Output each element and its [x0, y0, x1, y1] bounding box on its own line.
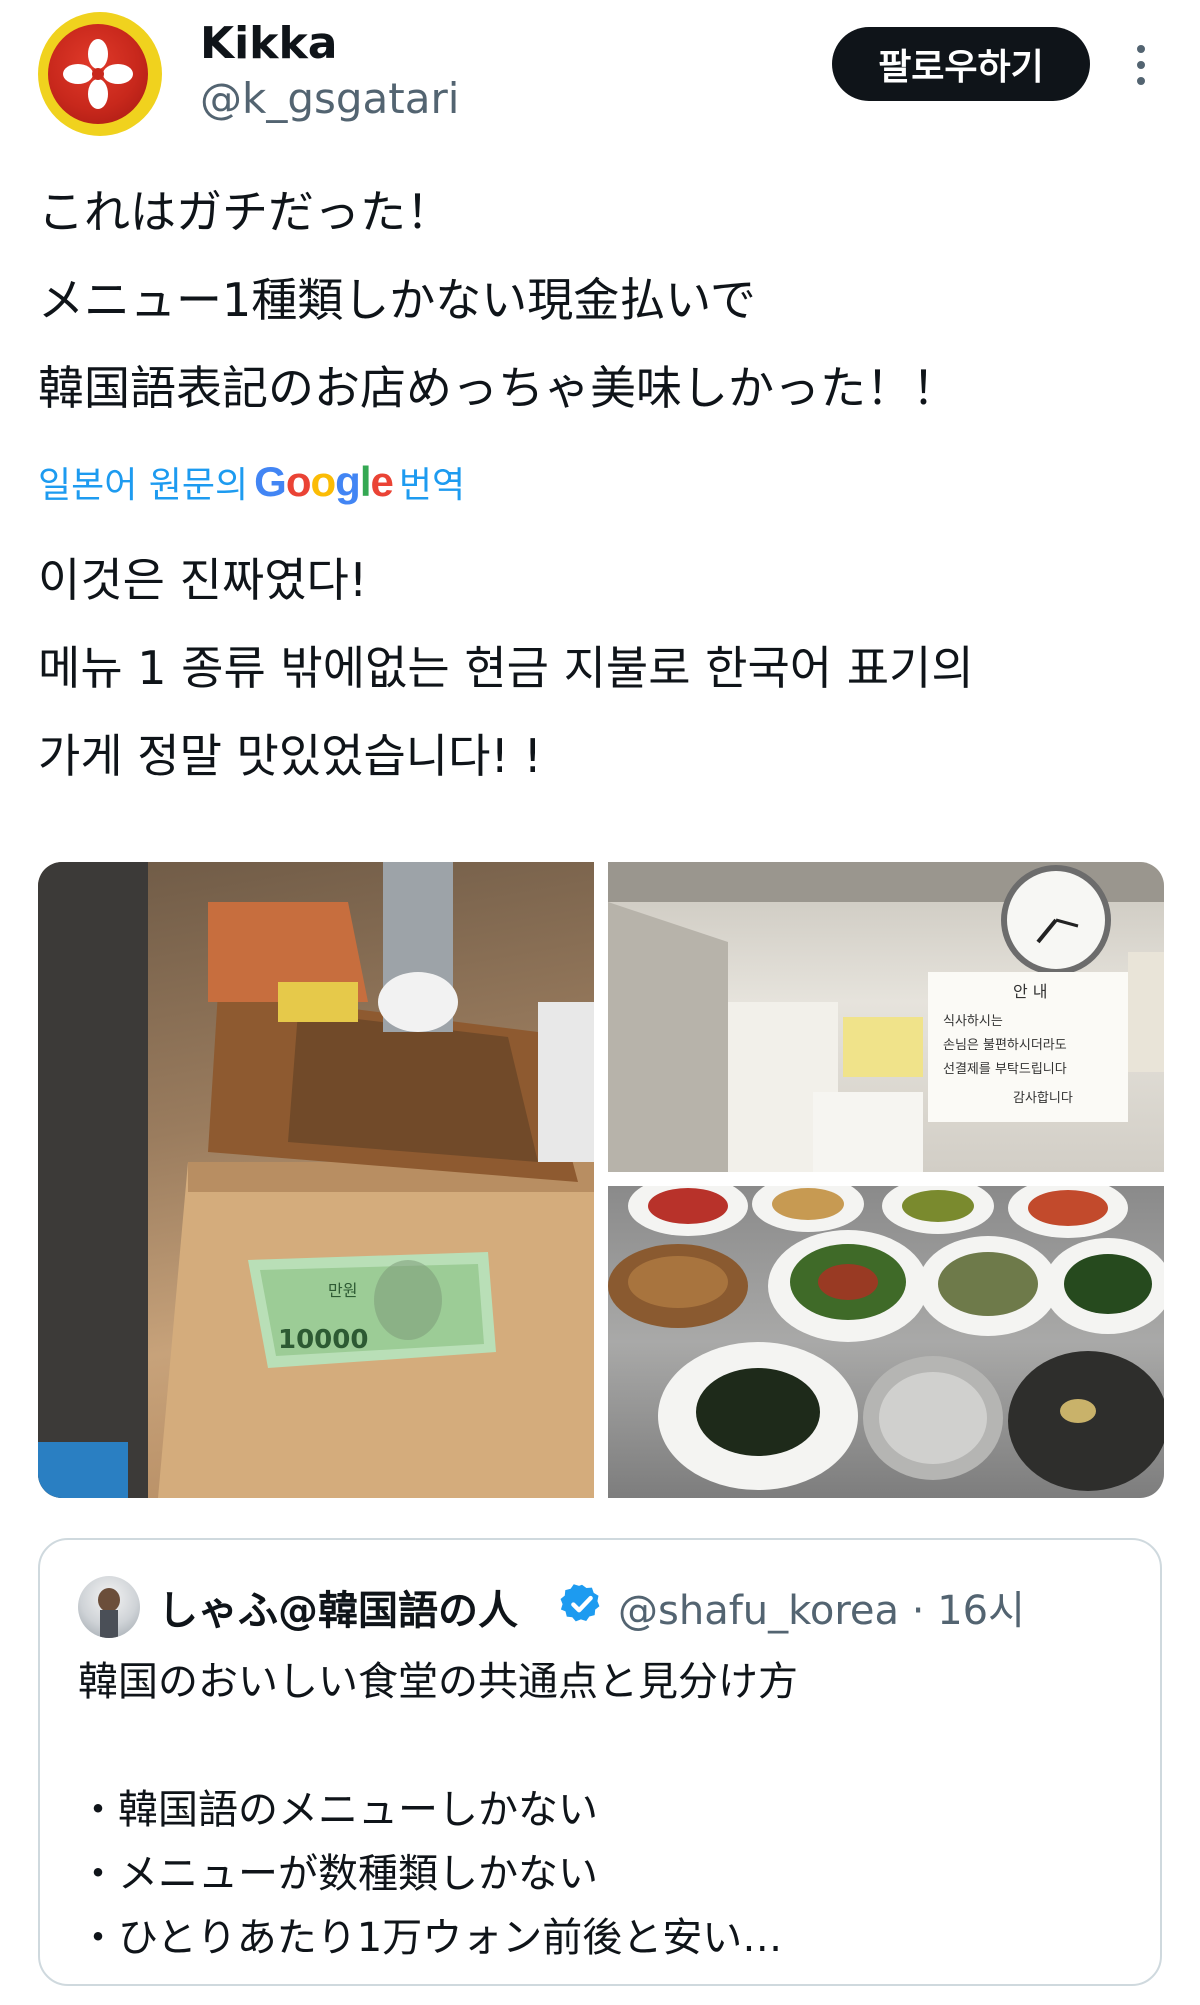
translate-prefix: 일본어 원문의	[38, 465, 249, 506]
avatar-emblem	[63, 39, 133, 109]
tweet-line: メニュー1種類しかない現金払いで	[38, 273, 756, 327]
notice-title: 안 내	[1013, 982, 1048, 1001]
meta-separator: ·	[911, 1588, 925, 1634]
tweet-line: これはガチだった！	[38, 185, 452, 239]
photo-wall-notice[interactable]: 안 내 식사하시는 손님은 불편하시더라도 선결제를 부탁드립니다 감사합니다	[608, 862, 1164, 1172]
notice-line: 식사하시는	[943, 1014, 1003, 1029]
follow-button[interactable]: 팔로우하기	[832, 27, 1090, 101]
tweet-line: 메뉴 1 종류 밖에없는 현금 지불로 한국어 표기의	[38, 641, 974, 695]
author-handle[interactable]: @k_gsgatari	[200, 74, 459, 123]
photo-table-banknote[interactable]: 10000 만원	[38, 862, 594, 1498]
notice-line: 손님은 불편하시더라도	[943, 1038, 1067, 1053]
google-logo: Google	[254, 458, 394, 505]
banknote-value-label: 10000	[278, 1325, 368, 1355]
photo-side-dishes[interactable]	[608, 1186, 1164, 1498]
tweet-line: 가게 정말 맛있었습니다! !	[38, 729, 542, 783]
quoted-line: ・ひとりあたり1万ウォン前後と安い…	[78, 1915, 783, 1961]
translate-suffix: 번역	[398, 465, 466, 506]
quoted-timestamp[interactable]: 16시	[937, 1588, 1025, 1634]
quoted-author-name[interactable]: しゃふ@韓国語の人	[158, 1578, 518, 1636]
quoted-line: ・韓国語のメニューしかない	[78, 1787, 598, 1833]
quoted-blank-line	[78, 1714, 1138, 1778]
translation-attribution-link[interactable]: 일본어 원문의 Google 번역	[38, 454, 465, 510]
quoted-author-avatar[interactable]	[78, 1576, 140, 1638]
banknote-word-label: 만원	[328, 1281, 357, 1300]
more-vertical-icon[interactable]	[1130, 40, 1152, 90]
media-grid: 10000 만원 안 내 식사하시는 손님은 불편하시더라도 선결제를 부탁드립…	[38, 862, 1164, 1498]
quoted-body: 韓国のおいしい食堂の共通点と見分け方 ・韓国語のメニューしかない ・メニューが数…	[78, 1650, 1138, 1970]
tweet-translated-text: 이것은 진짜였다! 메뉴 1 종류 밖에없는 현금 지불로 한국어 표기의 가게…	[38, 536, 1168, 800]
tweet-original-text: これはガチだった！ メニュー1種類しかない現金払いで 韓国語表記のお店めっちゃ美…	[38, 168, 1168, 432]
verified-badge-icon	[560, 1584, 600, 1622]
author-avatar[interactable]	[38, 12, 162, 136]
tweet-header: Kikka @k_gsgatari 팔로우하기	[0, 0, 1200, 150]
tweet-line: 韓国語表記のお店めっちゃ美味しかった！！	[38, 361, 958, 415]
quoted-tweet[interactable]: しゃふ@韓国語の人 @shafu_korea · 16시 韓国のおいしい食堂の共…	[38, 1538, 1162, 1986]
quoted-author-handle[interactable]: @shafu_korea	[618, 1588, 899, 1634]
quoted-meta: @shafu_korea · 16시	[618, 1578, 1025, 1636]
author-name[interactable]: Kikka	[200, 18, 337, 69]
quoted-line: ・メニューが数種類しかない	[78, 1851, 598, 1897]
tweet-line: 이것은 진짜였다!	[38, 553, 368, 607]
notice-line: 감사합니다	[1013, 1091, 1073, 1106]
notice-line: 선결제를 부탁드립니다	[943, 1062, 1067, 1077]
quoted-line: 韓国のおいしい食堂の共通点と見分け方	[78, 1659, 798, 1705]
